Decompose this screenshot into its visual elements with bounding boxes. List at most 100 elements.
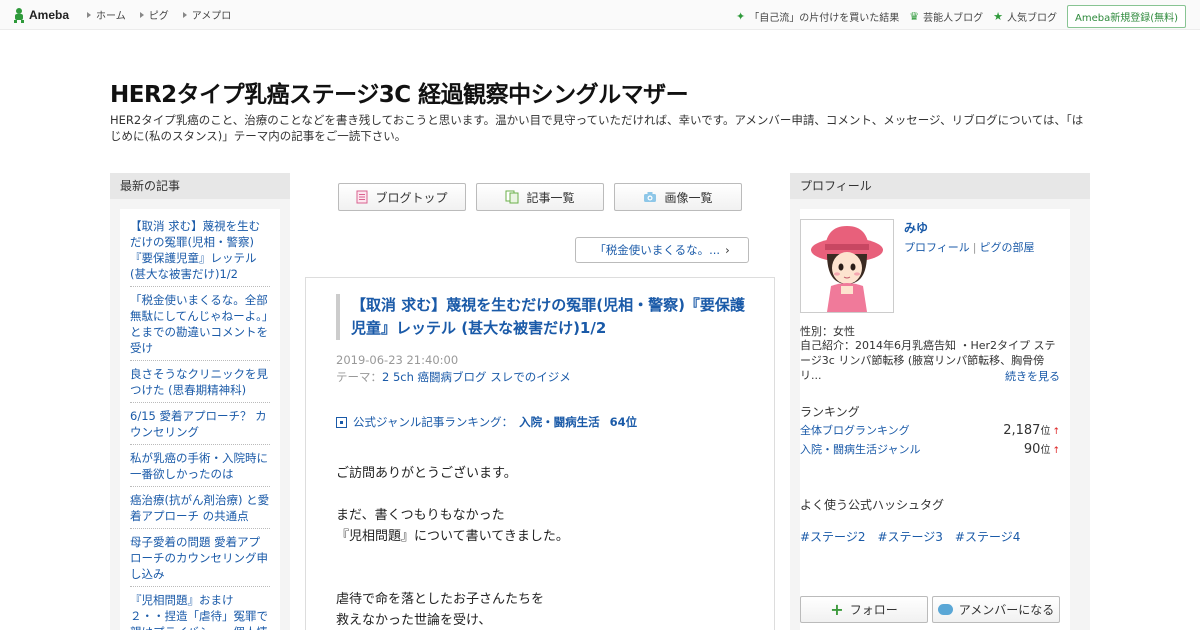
star-icon: ★ — [993, 10, 1003, 23]
ameba-logo-icon — [14, 7, 24, 23]
profile-gender: 性別：女性 — [800, 325, 855, 338]
body-line: まだ、書くつもりもなかった — [336, 508, 505, 523]
nav-amepro[interactable]: アメプロ — [182, 7, 232, 22]
body-line — [336, 568, 569, 589]
popular-blog-label: 人気ブログ — [1006, 13, 1057, 24]
ranking-heading: ランキング — [800, 405, 860, 419]
article-date: 2019-06-23 21:40:00 — [336, 353, 459, 367]
ranking-genre: 入院・闘病生活 — [519, 415, 600, 429]
top-right-nav: ✦ 「自己流」の片付けを買いた結果 ♛ 芸能人ブログ ★ 人気ブログ Ameba新規登… — [726, 5, 1186, 28]
article-theme: テーマ：2 5ch 癌闘病ブログ スレでのイジメ — [336, 369, 571, 385]
ranking-label: 公式ジャンル記事ランキング： — [353, 415, 514, 429]
read-more-link[interactable]: 続きを見る — [1005, 368, 1060, 384]
link-separator: | — [972, 241, 977, 254]
amember-label: アメンバーになる — [958, 603, 1055, 617]
body-line: 虐待で命を落としたお子さんたちを — [336, 592, 545, 607]
camera-icon — [644, 192, 657, 202]
register-button[interactable]: Ameba新規登録(無料) — [1066, 5, 1186, 28]
list-item[interactable]: 6/15 愛着アプローチ？ カウンセリング — [130, 407, 270, 445]
arrow-up-icon: ↑ — [1052, 427, 1060, 437]
ranking-overall-value: 2,187 — [1003, 423, 1041, 438]
avatar-image — [811, 226, 883, 312]
ranking-icon — [336, 416, 347, 428]
next-article-label: 「税金使いまくるな。... — [594, 243, 721, 257]
list-item[interactable]: 私が乳癌の手術・入院時に一番欲しかったのは — [130, 449, 270, 487]
triangle-icon — [139, 11, 144, 18]
triangle-icon — [182, 11, 187, 18]
nav-amepro-label: アメプロ — [191, 11, 232, 22]
amember-button[interactable]: アメンバーになる — [932, 596, 1060, 623]
article: 【取消 求む】蔑視を生むだけの冤罪(児相・警察)『要保護児童』レッテル (甚大な… — [305, 277, 775, 630]
list-item[interactable]: 母子愛着の問題 愛着アプローチのカウンセリング申し込み — [130, 533, 270, 587]
body-line — [336, 547, 569, 568]
article-theme-link[interactable]: 2 5ch 癌闘病ブログ スレでのイジメ — [382, 370, 571, 384]
article-theme-label: テーマ： — [336, 370, 382, 384]
next-article-link[interactable]: 「税金使いまくるな。... › — [575, 237, 749, 263]
triangle-icon — [87, 11, 92, 18]
hashtag-link[interactable]: #ステージ2 — [800, 528, 865, 545]
logo-text: Ameba — [29, 7, 70, 22]
top-bar: Ameba ホーム ピグ アメプロ ✦ 「自己流」の片付けを買いた結果 ♛ 芸能人ブ… — [0, 0, 1200, 30]
body-line: ご訪問ありがとうございます。 — [336, 466, 517, 481]
list-item[interactable]: 癌治療(抗がん剤治療) と愛着アプローチ の共通点 — [130, 491, 270, 529]
tab-blog-top[interactable]: ブログトップ — [338, 183, 466, 211]
follow-label: フォロー — [849, 603, 898, 617]
profile-panel: プロフィール みゆ プロフィール | ピグの部屋 性別：女性 自己紹介：2014… — [790, 173, 1090, 630]
sparkle-icon: ✦ — [736, 10, 746, 23]
document-icon — [356, 190, 368, 204]
nav-home[interactable]: ホーム — [87, 7, 126, 22]
blog-title[interactable]: HER2タイプ乳癌ステージ3C 経過観察中シングルマザー — [110, 75, 689, 109]
ranking-overall-link[interactable]: 全体ブログランキング — [800, 422, 910, 438]
blog-tabs: ブログトップ 記事一覧 画像一覧 — [338, 183, 752, 211]
list-item[interactable]: 『児相問題』おまけ ２・・捏造「虐待」冤罪で親はプライバシー・個人情報保護も無視… — [130, 591, 270, 630]
ranking-genre-link[interactable]: 入院・闘病生活ジャンル — [800, 441, 920, 457]
hashtag-heading: よく使う公式ハッシュタグ — [800, 498, 945, 512]
list-item[interactable]: 良さそうなクリニックを見つけた (思春期精神科) — [130, 365, 270, 403]
nav-pig-label: ピグ — [148, 11, 169, 22]
list-item[interactable]: 「税金使いまくるな。全部無駄にしてんじゃねーよ。」とまでの勘違いコメントを受け — [130, 291, 270, 361]
popular-blog-link[interactable]: ★ 人気ブログ — [993, 9, 1057, 24]
top-nav: ホーム ピグ アメプロ — [87, 7, 245, 22]
tab-article-list-label: 記事一覧 — [526, 190, 575, 205]
ameba-logo[interactable]: Ameba — [12, 7, 69, 23]
celebrity-blog-link[interactable]: ♛ 芸能人ブログ — [909, 9, 983, 24]
promo-label: 「自己流」の片付けを買いた結果 — [749, 13, 900, 24]
pig-room-link[interactable]: ピグの部屋 — [980, 241, 1035, 254]
celebrity-blog-label: 芸能人ブログ — [923, 13, 984, 24]
tab-article-list[interactable]: 記事一覧 — [476, 183, 604, 211]
hashtag-link[interactable]: #ステージ3 — [877, 528, 942, 545]
profile-name[interactable]: みゆ — [904, 219, 928, 236]
hashtag-list: #ステージ2 #ステージ3 #ステージ4 — [800, 528, 1020, 545]
promo-link[interactable]: ✦ 「自己流」の片付けを買いた結果 — [736, 9, 899, 24]
follow-button[interactable]: + フォロー — [800, 596, 928, 623]
tab-blog-top-label: ブログトップ — [375, 190, 448, 205]
profile-box: みゆ プロフィール | ピグの部屋 性別：女性 自己紹介：2014年6月乳癌告知 ・… — [800, 209, 1070, 630]
nav-pig[interactable]: ピグ — [139, 7, 169, 22]
arrow-up-icon: ↑ — [1052, 446, 1060, 456]
chat-bubble-icon — [937, 604, 953, 615]
blog-description: HER2タイプ乳癌のこと、治療のことなどを書き残しておこうと思います。温かい目で… — [110, 113, 1084, 143]
ranking-unit: 位 — [1040, 445, 1051, 456]
profile-link[interactable]: プロフィール — [904, 241, 970, 254]
body-line: 『児相問題』について書いてきました。 — [336, 529, 569, 544]
profile-heading: プロフィール — [790, 173, 1090, 199]
article-ranking[interactable]: 公式ジャンル記事ランキング： 入院・闘病生活 64位 — [336, 414, 637, 430]
list-item[interactable]: 【取消 求む】蔑視を生むだけの冤罪(児相・警察)『要保護児童』レッテル(甚大な被… — [130, 217, 270, 287]
ranking-genre-value: 90 — [1023, 442, 1041, 457]
body-line: 救えなかった世論を受け、 — [336, 613, 492, 628]
ranking-unit: 位 — [1040, 426, 1051, 437]
ranking-row-genre: 入院・闘病生活ジャンル 90位 ↑ — [800, 441, 1060, 457]
article-body: ご訪問ありがとうございます。 まだ、書くつもりもなかった 『児相問題』について書… — [336, 463, 569, 630]
tab-image-list[interactable]: 画像一覧 — [614, 183, 742, 211]
article-title[interactable]: 【取消 求む】蔑視を生むだけの冤罪(児相・警察)『要保護児童』レッテル (甚大な… — [336, 294, 746, 340]
avatar[interactable] — [800, 219, 894, 313]
plus-icon: + — [830, 600, 844, 619]
profile-links: プロフィール | ピグの部屋 — [904, 239, 1035, 255]
tab-image-list-label: 画像一覧 — [664, 190, 713, 205]
hashtag-link[interactable]: #ステージ4 — [955, 528, 1020, 545]
copy-icon — [505, 190, 519, 204]
nav-home-label: ホーム — [96, 11, 126, 22]
recent-articles-panel: 最新の記事 【取消 求む】蔑視を生むだけの冤罪(児相・警察)『要保護児童』レッテ… — [110, 173, 290, 630]
recent-articles-heading: 最新の記事 — [110, 173, 290, 199]
body-line — [336, 484, 569, 505]
